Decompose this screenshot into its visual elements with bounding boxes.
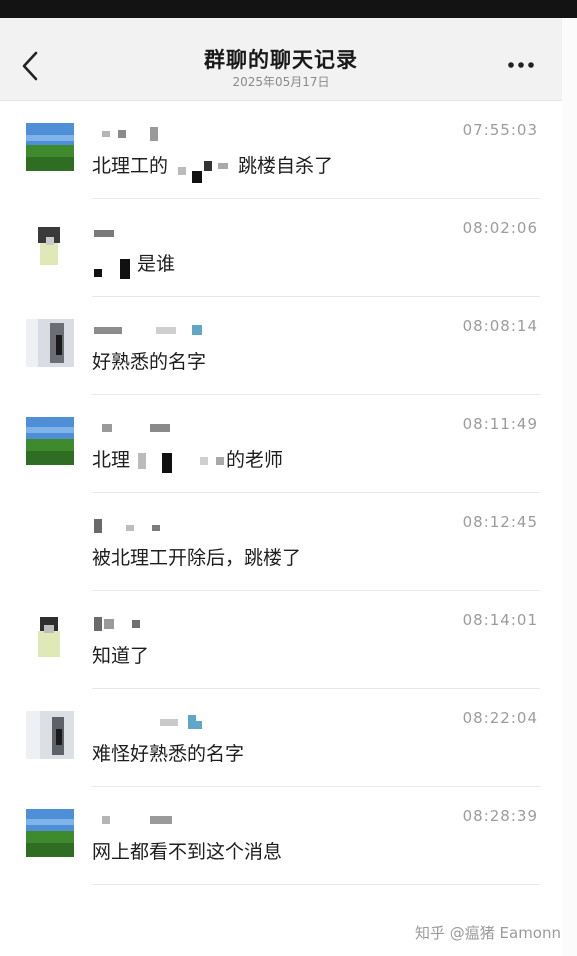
sender-name-censored — [94, 617, 140, 631]
message-time: 08:22:04 — [462, 709, 538, 727]
avatar[interactable] — [26, 711, 74, 759]
history-date: 2025年05月17日 — [232, 75, 330, 89]
sender-name-censored — [102, 816, 172, 824]
message-time: 07:55:03 — [462, 121, 538, 139]
page-title: 群聊的聊天记录 — [204, 48, 358, 72]
censor-block — [138, 453, 224, 473]
divider — [92, 884, 540, 885]
sender-name-censored — [94, 230, 114, 237]
avatar[interactable] — [26, 221, 74, 269]
message-text: 知道了 — [92, 645, 150, 667]
watermark: 知乎 @瘟猪 Eamonn — [414, 924, 561, 942]
message-time: 08:14:01 — [462, 611, 538, 629]
message-item[interactable]: 08:08:14 好熟悉的名字 — [0, 297, 562, 395]
sender-name-censored — [102, 424, 170, 432]
message-item[interactable]: 08:12:45 被北理工开除后，跳楼了 — [0, 493, 562, 591]
censor-block — [94, 259, 130, 279]
message-text: 好熟悉的名字 — [92, 351, 207, 373]
message-item[interactable]: 08:11:49 北理 的老师 — [0, 395, 562, 493]
avatar[interactable] — [26, 123, 74, 171]
sender-name-censored — [160, 715, 202, 729]
message-time: 08:28:39 — [462, 807, 538, 825]
message-text: 难怪好熟悉的名字 — [92, 743, 245, 765]
sender-name-censored — [94, 519, 160, 533]
message-item[interactable]: 08:02:06 是谁 — [0, 199, 562, 297]
message-time: 08:02:06 — [462, 219, 538, 237]
avatar[interactable] — [26, 809, 74, 857]
message-item[interactable]: 08:14:01 知道了 — [0, 591, 562, 689]
message-time: 08:08:14 — [462, 317, 538, 335]
censor-block — [178, 161, 228, 183]
message-item[interactable]: 07:55:03 北理工的 跳楼自杀了 — [0, 101, 562, 199]
avatar[interactable] — [26, 319, 74, 367]
message-item[interactable]: 08:22:04 难怪好熟悉的名字 — [0, 689, 562, 787]
message-time: 08:12:45 — [462, 513, 538, 531]
message-text: 被北理工开除后，跳楼了 — [92, 547, 302, 569]
screen-edge — [562, 18, 577, 956]
sender-name-censored — [94, 325, 202, 335]
message-text: 网上都看不到这个消息 — [92, 841, 283, 863]
message-time: 08:11:49 — [462, 415, 538, 433]
sender-name-censored — [102, 127, 158, 141]
avatar[interactable] — [26, 417, 74, 465]
message-item[interactable]: 08:28:39 网上都看不到这个消息 — [0, 787, 562, 885]
more-icon[interactable] — [505, 54, 537, 76]
status-bar — [0, 0, 577, 18]
avatar[interactable] — [26, 613, 74, 661]
